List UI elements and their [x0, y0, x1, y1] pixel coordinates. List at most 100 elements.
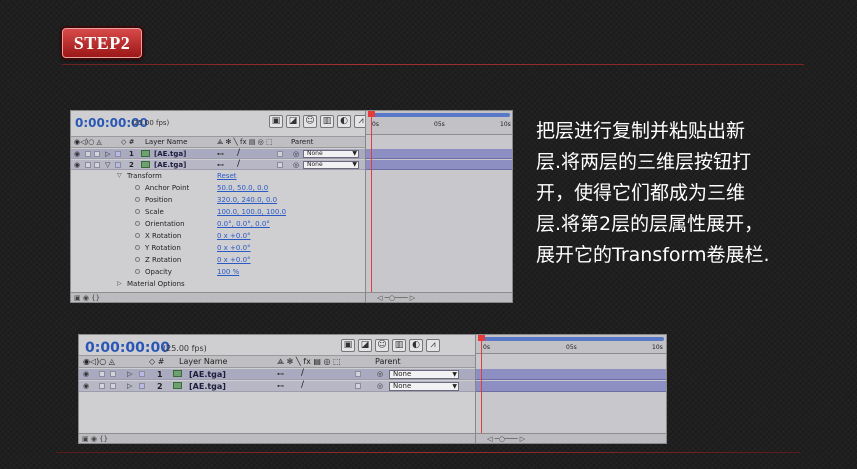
layer-duration-bar[interactable]: [476, 369, 666, 380]
pick-whip-icon[interactable]: ◎: [377, 381, 383, 391]
layer-name[interactable]: [AE.tga]: [154, 149, 186, 159]
label-color-swatch[interactable]: [139, 371, 145, 377]
shy-icon[interactable]: ☺: [303, 115, 317, 128]
eye-icon[interactable]: ◉: [83, 381, 89, 391]
3d-layer-switch[interactable]: [277, 162, 283, 168]
stopwatch-icon[interactable]: [135, 221, 140, 226]
expand-arrow-icon[interactable]: ▽: [105, 160, 110, 170]
layer-row[interactable]: ◉ ▷ 2 [AE.tga] ⊷ / ◎ None ▼: [79, 380, 475, 392]
3d-layer-switch[interactable]: [355, 371, 361, 377]
motion-blur-icon[interactable]: ◐: [337, 115, 351, 128]
property-name: Position: [145, 196, 173, 204]
current-time-indicator[interactable]: [371, 111, 372, 302]
stopwatch-icon[interactable]: [135, 209, 140, 214]
quality-switch-icon[interactable]: /: [301, 380, 304, 391]
lock-switch[interactable]: [110, 371, 116, 377]
parent-dropdown[interactable]: None ▼: [389, 382, 459, 391]
parent-dropdown[interactable]: None ▼: [389, 370, 459, 379]
expand-arrow-icon[interactable]: ▷: [127, 381, 132, 391]
layer-name-header[interactable]: Layer Name: [179, 356, 227, 368]
eye-icon[interactable]: ◉: [83, 369, 89, 379]
3d-layer-switch[interactable]: [355, 383, 361, 389]
property-value[interactable]: 0 x +0.0°: [217, 243, 251, 253]
time-ruler[interactable]: 0s 05s 10s: [476, 335, 666, 354]
property-value[interactable]: 0 x +0.0°: [217, 231, 251, 241]
transform-group[interactable]: ▽ Transform Reset: [71, 171, 365, 181]
expand-arrow-icon[interactable]: ▷: [105, 149, 110, 159]
layer-row[interactable]: ◉ ▷ 1 [AE.tga] ⊷ / ◎ None ▼: [71, 148, 365, 159]
quality-switch-icon[interactable]: /: [301, 368, 304, 379]
material-options-group[interactable]: ▷ Material Options: [71, 279, 365, 289]
parent-header[interactable]: Parent: [375, 356, 401, 368]
property-value[interactable]: 320.0, 240.0, 0.0: [217, 195, 277, 205]
eye-icon[interactable]: ◉: [74, 149, 80, 159]
shy-switch-icon[interactable]: ⊷: [277, 369, 284, 379]
comp-flowchart-icon[interactable]: ▣: [269, 115, 283, 128]
label-color-swatch[interactable]: [115, 162, 121, 168]
parent-dropdown[interactable]: None ▼: [303, 161, 359, 169]
pick-whip-icon[interactable]: ◎: [377, 369, 383, 379]
property-value[interactable]: 100 %: [217, 267, 239, 277]
stopwatch-icon[interactable]: [135, 197, 140, 202]
parent-dropdown[interactable]: None ▼: [303, 150, 359, 158]
layer-duration-bar[interactable]: [366, 149, 512, 159]
solo-switch[interactable]: [85, 151, 91, 157]
expand-arrow-icon[interactable]: ▷: [127, 369, 132, 379]
expand-arrow-icon[interactable]: ▷: [117, 279, 122, 289]
draft-3d-icon[interactable]: ◪: [358, 339, 372, 352]
motion-blur-icon[interactable]: ◐: [409, 339, 423, 352]
layer-row[interactable]: ◉ ▷ 1 [AE.tga] ⊷ / ◎ None ▼: [79, 368, 475, 380]
zoom-slider-icon[interactable]: ◁ ─○─── ▷: [479, 435, 525, 443]
stopwatch-icon[interactable]: [135, 257, 140, 262]
comp-flowchart-icon[interactable]: ▣: [341, 339, 355, 352]
reset-link[interactable]: Reset: [217, 171, 237, 181]
lock-switch[interactable]: [94, 151, 100, 157]
shy-icon[interactable]: ☺: [375, 339, 389, 352]
draft-3d-icon[interactable]: ◪: [286, 115, 300, 128]
layer-duration-bar[interactable]: [476, 381, 666, 392]
pick-whip-icon[interactable]: ◎: [293, 149, 299, 159]
stopwatch-icon[interactable]: [135, 185, 140, 190]
layer-duration-bar[interactable]: [366, 160, 512, 170]
layer-row[interactable]: ◉ ▽ 2 [AE.tga] ⊷ / ◎ None ▼: [71, 159, 365, 170]
time-ruler[interactable]: 0s 05s 10s: [366, 111, 512, 135]
frame-blend-icon[interactable]: ▥: [392, 339, 406, 352]
stopwatch-icon[interactable]: [135, 245, 140, 250]
eye-icon[interactable]: ◉: [74, 160, 80, 170]
layer-name[interactable]: [AE.tga]: [154, 160, 186, 170]
current-time-indicator[interactable]: [481, 335, 482, 443]
solo-switch[interactable]: [85, 162, 91, 168]
timecode-display[interactable]: 0:00:00:00: [85, 340, 170, 356]
lock-switch[interactable]: [94, 162, 100, 168]
shy-switch-icon[interactable]: ⊷: [217, 160, 224, 170]
3d-layer-switch[interactable]: [277, 151, 283, 157]
graph-editor-icon[interactable]: ⩘: [426, 339, 440, 352]
property-value[interactable]: 0.0°, 0.0°, 0.0°: [217, 219, 270, 229]
property-value[interactable]: 50.0, 50.0, 0.0: [217, 183, 268, 193]
parent-header[interactable]: Parent: [291, 137, 313, 148]
expand-arrow-icon[interactable]: ▽: [117, 171, 122, 181]
quality-switch-icon[interactable]: /: [237, 148, 240, 159]
zoom-slider-icon[interactable]: ◁ ─○─── ▷: [369, 294, 415, 302]
solo-switch[interactable]: [99, 383, 105, 389]
footer-toggles-icon[interactable]: ▣ ◉ {}: [82, 435, 108, 443]
shy-switch-icon[interactable]: ⊷: [217, 149, 224, 159]
property-value[interactable]: 100.0, 100.0, 100.0: [217, 207, 286, 217]
footer-toggles-icon[interactable]: ▣ ◉ {}: [74, 294, 100, 302]
shy-switch-icon[interactable]: ⊷: [277, 381, 284, 391]
quality-switch-icon[interactable]: /: [237, 159, 240, 170]
layer-name[interactable]: [AE.tga]: [189, 381, 226, 392]
label-color-swatch[interactable]: [139, 383, 145, 389]
lock-switch[interactable]: [110, 383, 116, 389]
solo-switch[interactable]: [99, 371, 105, 377]
frame-blend-icon[interactable]: ▥: [320, 115, 334, 128]
layer-name-header[interactable]: Layer Name: [145, 137, 187, 148]
property-value[interactable]: 0 x +0.0°: [217, 255, 251, 265]
stopwatch-icon[interactable]: [135, 269, 140, 274]
pick-whip-icon[interactable]: ◎: [293, 160, 299, 170]
layer-name[interactable]: [AE.tga]: [189, 369, 226, 380]
work-area-bar[interactable]: [480, 337, 664, 341]
label-color-swatch[interactable]: [115, 151, 121, 157]
work-area-bar[interactable]: [370, 113, 510, 117]
stopwatch-icon[interactable]: [135, 233, 140, 238]
